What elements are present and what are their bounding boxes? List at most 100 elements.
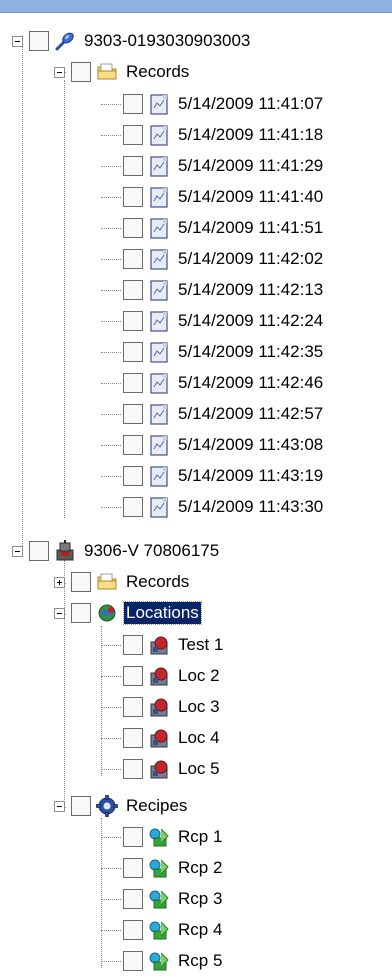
node-label[interactable]: 5/14/2009 11:41:18 [176,124,325,146]
node-checkbox[interactable] [71,603,91,623]
tree-node-record[interactable]: 5/14/2009 11:42:46 [123,368,325,398]
node-label[interactable]: Loc 3 [176,696,222,718]
node-checkbox[interactable] [29,541,49,561]
location-icon [148,727,170,749]
tree-node-record[interactable]: 5/14/2009 11:42:02 [123,244,325,274]
node-label[interactable]: 5/14/2009 11:42:24 [176,310,325,332]
node-label[interactable]: 5/14/2009 11:42:35 [176,341,325,363]
node-label[interactable]: 5/14/2009 11:42:57 [176,403,325,425]
node-label[interactable]: Loc 4 [176,727,222,749]
node-checkbox[interactable] [123,759,143,779]
node-label[interactable]: 5/14/2009 11:41:29 [176,155,325,177]
node-label[interactable]: Rcp 3 [176,888,224,910]
tree-node-record[interactable]: 5/14/2009 11:43:08 [123,430,325,460]
tree-node-record[interactable]: 5/14/2009 11:41:51 [123,213,325,243]
node-label[interactable]: 5/14/2009 11:41:51 [176,217,325,239]
node-checkbox[interactable] [71,62,91,82]
node-label[interactable]: Rcp 1 [176,826,224,848]
tree-node-record[interactable]: 5/14/2009 11:41:07 [123,89,325,119]
tree-node-records-collapsed[interactable]: Records [54,567,191,597]
tree-node-record[interactable]: 5/14/2009 11:41:18 [123,120,325,150]
tree-node-recipe[interactable]: Rcp 3 [123,884,224,914]
node-label[interactable]: 9306-V 70806175 [82,540,221,562]
node-label-selected[interactable]: Locations [123,601,202,625]
node-checkbox[interactable] [123,373,143,393]
tree-node-recipe[interactable]: Rcp 5 [123,946,224,976]
node-label[interactable]: Rcp 5 [176,950,224,972]
node-label[interactable]: Loc 2 [176,665,222,687]
node-label[interactable]: 5/14/2009 11:43:19 [176,465,325,487]
node-label[interactable]: 5/14/2009 11:41:40 [176,186,325,208]
node-label[interactable]: 5/14/2009 11:42:13 [176,279,325,301]
node-label[interactable]: Rcp 4 [176,919,224,941]
record-document-icon [148,124,170,146]
tree-node-record[interactable]: 5/14/2009 11:41:29 [123,151,325,181]
node-checkbox[interactable] [123,404,143,424]
node-label[interactable]: Recipes [124,795,189,817]
node-checkbox[interactable] [123,666,143,686]
tree-node-recipe[interactable]: Rcp 4 [123,915,224,945]
node-checkbox[interactable] [123,125,143,145]
node-checkbox[interactable] [123,311,143,331]
node-checkbox[interactable] [123,951,143,971]
node-label[interactable]: Rcp 2 [176,857,224,879]
expand-toggle[interactable] [54,576,65,588]
tree-node-location[interactable]: Test 1 [123,630,225,660]
tree-node-location[interactable]: Loc 3 [123,692,222,722]
tree-node-location[interactable]: Loc 2 [123,661,222,691]
tree-node-record[interactable]: 5/14/2009 11:42:57 [123,399,325,429]
location-icon [148,634,170,656]
node-checkbox[interactable] [123,466,143,486]
tree-node-record[interactable]: 5/14/2009 11:42:24 [123,306,325,336]
tree-node-records[interactable]: Records [54,57,191,87]
node-checkbox[interactable] [71,572,91,592]
collapse-toggle[interactable] [12,545,23,557]
node-checkbox[interactable] [123,497,143,517]
node-checkbox[interactable] [123,728,143,748]
node-checkbox[interactable] [123,187,143,207]
node-checkbox[interactable] [123,435,143,455]
collapse-toggle[interactable] [12,35,23,47]
node-checkbox[interactable] [123,94,143,114]
node-label[interactable]: 5/14/2009 11:43:30 [176,496,325,518]
node-label[interactable]: 5/14/2009 11:42:46 [176,372,325,394]
node-checkbox[interactable] [123,827,143,847]
collapse-toggle[interactable] [54,66,65,78]
record-document-icon [148,248,170,270]
node-checkbox[interactable] [123,635,143,655]
node-checkbox[interactable] [29,31,49,51]
tree-node-device-9306[interactable]: 9306-V 70806175 [12,536,221,566]
node-label[interactable]: 5/14/2009 11:43:08 [176,434,325,456]
node-label[interactable]: Records [124,61,191,83]
node-label[interactable]: Records [124,571,191,593]
node-checkbox[interactable] [123,858,143,878]
tree-node-record[interactable]: 5/14/2009 11:42:13 [123,275,325,305]
tree-node-recipes[interactable]: Recipes [54,791,189,821]
node-checkbox[interactable] [123,920,143,940]
tree-node-recipe[interactable]: Rcp 2 [123,853,224,883]
tree-node-device-9303[interactable]: 9303-0193030903003 [12,26,252,56]
tree-node-record[interactable]: 5/14/2009 11:43:19 [123,461,325,491]
node-label[interactable]: Test 1 [176,634,225,656]
node-checkbox[interactable] [123,697,143,717]
tree-node-location[interactable]: Loc 4 [123,723,222,753]
node-label[interactable]: 5/14/2009 11:42:02 [176,248,325,270]
tree-node-record[interactable]: 5/14/2009 11:41:40 [123,182,325,212]
node-label[interactable]: Loc 5 [176,758,222,780]
collapse-toggle[interactable] [54,800,65,812]
node-checkbox[interactable] [123,218,143,238]
tree-node-recipe[interactable]: Rcp 1 [123,822,224,852]
node-label[interactable]: 5/14/2009 11:41:07 [176,93,325,115]
node-checkbox[interactable] [123,889,143,909]
tree-node-locations[interactable]: Locations [54,598,202,628]
node-label[interactable]: 9303-0193030903003 [82,30,252,52]
node-checkbox[interactable] [123,342,143,362]
collapse-toggle[interactable] [54,607,65,619]
node-checkbox[interactable] [71,796,91,816]
tree-node-location[interactable]: Loc 5 [123,754,222,784]
node-checkbox[interactable] [123,156,143,176]
tree-node-record[interactable]: 5/14/2009 11:43:30 [123,492,325,522]
node-checkbox[interactable] [123,249,143,269]
tree-node-record[interactable]: 5/14/2009 11:42:35 [123,337,325,367]
node-checkbox[interactable] [123,280,143,300]
